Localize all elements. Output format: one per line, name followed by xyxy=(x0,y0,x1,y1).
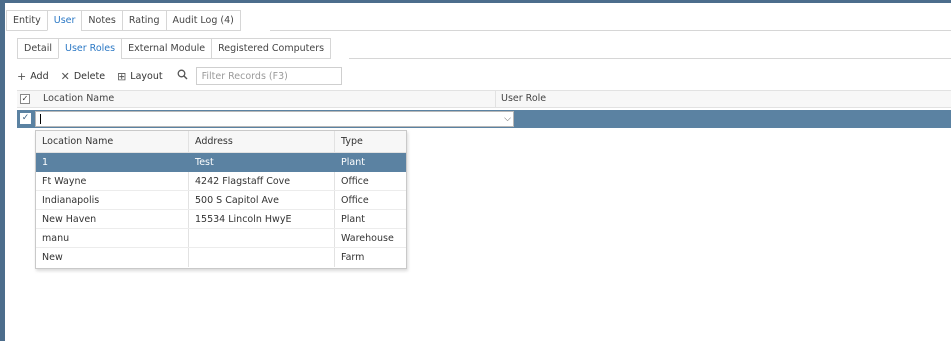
location-name-combo-input[interactable]: ⌵ xyxy=(35,111,514,127)
option-address: 4242 Flagstaff Cove xyxy=(188,172,334,190)
x-icon: ✕ xyxy=(60,69,70,83)
plus-icon: + xyxy=(17,69,27,83)
option-type: Office xyxy=(334,172,406,190)
text-caret xyxy=(40,114,41,124)
dropdown-option[interactable]: manu Warehouse xyxy=(36,229,406,248)
option-type: Office xyxy=(334,191,406,209)
dropdown-header: Location Name Address Type xyxy=(36,131,406,153)
option-address: Test xyxy=(188,153,334,171)
option-location: Indianapolis xyxy=(42,195,100,206)
tab-audit-log[interactable]: Audit Log (4) xyxy=(165,10,241,31)
option-type: Plant xyxy=(334,210,406,228)
primary-tabbar: Entity User Notes Rating Audit Log (4) xyxy=(6,10,241,31)
dropdown-option[interactable]: New Farm xyxy=(36,248,406,267)
option-address xyxy=(188,248,334,267)
grid-header: ✓ Location Name User Role xyxy=(17,90,951,108)
dropdown-column-location-name: Location Name xyxy=(42,136,114,147)
add-button[interactable]: + Add xyxy=(17,70,49,83)
option-address: 15534 Lincoln HwyE xyxy=(188,210,334,228)
select-all-checkbox[interactable]: ✓ xyxy=(20,94,30,104)
search-icon xyxy=(177,69,188,83)
dropdown-option[interactable]: 1 Test Plant xyxy=(36,153,406,172)
option-location: Ft Wayne xyxy=(42,176,87,187)
delete-button[interactable]: ✕ Delete xyxy=(61,70,105,83)
grid-icon: ⊞ xyxy=(117,69,127,83)
tab-registered-computers[interactable]: Registered Computers xyxy=(211,38,332,59)
secondary-tabbar-line xyxy=(349,58,951,59)
secondary-tabbar: Detail User Roles External Module Regist… xyxy=(17,38,332,59)
window-top-border xyxy=(0,0,951,3)
dropdown-column-type: Type xyxy=(334,131,406,152)
tab-entity[interactable]: Entity xyxy=(6,10,47,31)
dropdown-option[interactable]: Ft Wayne 4242 Flagstaff Cove Office xyxy=(36,172,406,191)
column-header-user-role[interactable]: User Role xyxy=(501,93,546,104)
dropdown-option[interactable]: Indianapolis 500 S Capitol Ave Office xyxy=(36,191,406,210)
chevron-down-icon[interactable]: ⌵ xyxy=(504,114,511,124)
dropdown-option[interactable]: New Haven 15534 Lincoln HwyE Plant xyxy=(36,210,406,229)
column-separator xyxy=(495,91,496,107)
option-type: Farm xyxy=(334,248,406,267)
option-address xyxy=(188,229,334,247)
table-row[interactable]: ✓ ⌵ xyxy=(17,110,951,128)
tab-user-roles[interactable]: User Roles xyxy=(58,38,122,59)
option-type: Warehouse xyxy=(334,229,406,247)
tab-notes[interactable]: Notes xyxy=(81,10,122,31)
option-location: 1 xyxy=(42,157,49,168)
location-dropdown: Location Name Address Type 1 Test Plant … xyxy=(35,130,407,269)
filter-records-input[interactable] xyxy=(195,67,342,85)
tab-user[interactable]: User xyxy=(46,10,82,31)
tab-detail[interactable]: Detail xyxy=(17,38,58,59)
delete-label: Delete xyxy=(73,70,106,82)
dropdown-column-address: Address xyxy=(188,131,334,152)
option-location: manu xyxy=(42,233,70,244)
primary-tabbar-line xyxy=(270,30,951,31)
column-header-location-name[interactable]: Location Name xyxy=(43,93,114,104)
option-location: New xyxy=(42,252,63,263)
window-left-border xyxy=(0,0,5,341)
option-address: 500 S Capitol Ave xyxy=(188,191,334,209)
option-location: New Haven xyxy=(42,214,97,225)
tab-external-module[interactable]: External Module xyxy=(121,38,212,59)
add-label: Add xyxy=(30,70,49,82)
grid-toolbar: + Add ✕ Delete ⊞ Layout xyxy=(17,67,342,85)
option-type: Plant xyxy=(334,153,406,171)
layout-label: Layout xyxy=(130,70,163,82)
layout-button[interactable]: ⊞ Layout xyxy=(117,70,163,83)
row-checkbox[interactable]: ✓ xyxy=(20,113,31,124)
tab-rating[interactable]: Rating xyxy=(121,10,166,31)
